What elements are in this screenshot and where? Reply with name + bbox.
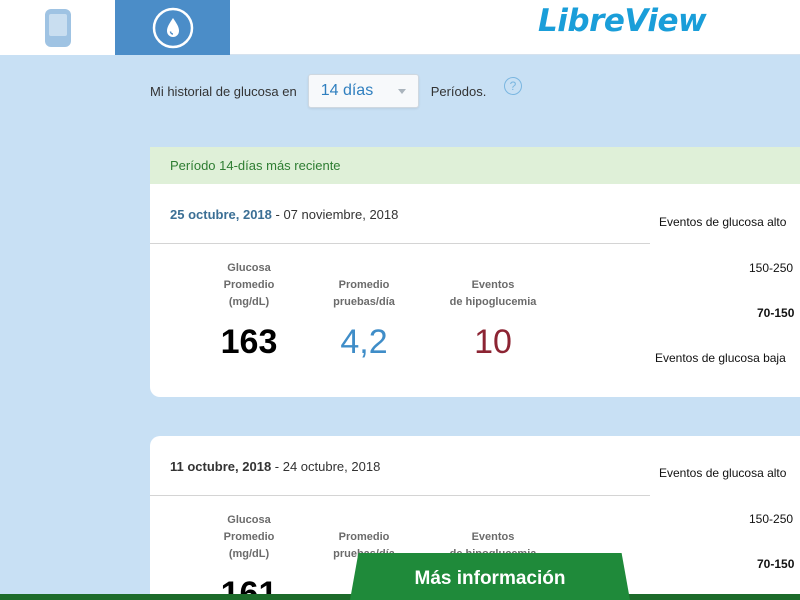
period-end-date: 24 octubre, 2018 xyxy=(282,459,381,474)
tab-glucose[interactable] xyxy=(115,0,230,55)
history-label: Mi historial de glucosa en xyxy=(150,83,297,99)
period-date-range: 11 octubre, 2018 - 24 octubre, 2018 xyxy=(170,459,380,474)
stat-label-line: Glucosa xyxy=(227,514,271,526)
stat-label-line: Eventos xyxy=(471,531,515,543)
recent-period-banner: Período 14-días más reciente xyxy=(150,147,800,184)
stat-label-line: Glucosa xyxy=(227,262,271,274)
help-icon[interactable]: ? xyxy=(504,77,522,95)
stat-label-line: (mg/dL) xyxy=(228,548,270,560)
libreview-logo: LibreView xyxy=(538,3,707,39)
stat-avg-tests-per-day: Promedio pruebas/día 4,2 xyxy=(313,277,415,362)
period-select[interactable]: 14 días xyxy=(307,74,419,108)
stat-label-line: Promedio xyxy=(223,531,275,543)
period-end-date: 07 noviembre, 2018 xyxy=(283,207,399,222)
stat-label-line: Promedio xyxy=(223,279,275,291)
stat-label: Promedio pruebas/día xyxy=(313,277,415,311)
period-date-range: 25 octubre, 2018 - 07 noviembre, 2018 xyxy=(170,207,398,222)
more-info-button[interactable]: Más información xyxy=(350,553,630,600)
history-selector-row: Mi historial de glucosa en 14 días Perío… xyxy=(150,74,486,108)
stat-label-line: (mg/dL) xyxy=(228,296,270,308)
date-separator: - xyxy=(271,459,283,474)
periods-label: Períodos. xyxy=(430,83,487,99)
stat-value-average-glucose: 163 xyxy=(220,323,278,361)
stat-label: Eventos de hipoglucemia xyxy=(433,277,553,311)
stat-label-line: pruebas/día xyxy=(333,296,395,308)
stat-label-line: Eventos xyxy=(471,279,515,291)
stat-label: Glucosa Promedio (mg/dL) xyxy=(198,512,300,563)
stat-value-avg-tests: 4,2 xyxy=(340,323,388,361)
divider xyxy=(150,243,650,244)
date-separator: - xyxy=(271,207,284,222)
top-navigation-bar: LibreView xyxy=(0,0,800,55)
period-start-date: 11 octubre, 2018 xyxy=(170,459,272,474)
divider xyxy=(150,495,650,496)
tab-device[interactable] xyxy=(0,0,115,55)
blood-drop-icon xyxy=(152,7,193,48)
range-150-250-label: 150-250 xyxy=(749,261,794,275)
low-glucose-events-label: Eventos de glucosa baja xyxy=(655,351,786,365)
period-select-value: 14 días xyxy=(320,82,374,99)
stat-label-line: Promedio xyxy=(338,279,390,291)
stat-value-hypo-events: 10 xyxy=(474,323,512,361)
range-70-150-label: 70-150 xyxy=(757,306,795,320)
stat-hypo-events: Eventos de hipoglucemia 10 xyxy=(433,277,553,362)
range-150-250-label: 150-250 xyxy=(749,512,794,526)
stat-label-line: de hipoglucemia xyxy=(449,296,537,308)
range-70-150-label: 70-150 xyxy=(757,557,795,571)
period-start-date: 25 octubre, 2018 xyxy=(170,207,272,222)
stat-average-glucose: Glucosa Promedio (mg/dL) 161 xyxy=(198,512,300,600)
high-glucose-events-label: Eventos de glucosa alto xyxy=(659,466,787,480)
stat-label: Glucosa Promedio (mg/dL) xyxy=(198,260,300,311)
high-glucose-events-label: Eventos de glucosa alto xyxy=(659,215,787,229)
stat-label-line: Promedio xyxy=(338,531,390,543)
stat-average-glucose: Glucosa Promedio (mg/dL) 163 xyxy=(198,260,300,362)
device-icon xyxy=(44,8,71,47)
chevron-down-icon xyxy=(397,89,406,94)
